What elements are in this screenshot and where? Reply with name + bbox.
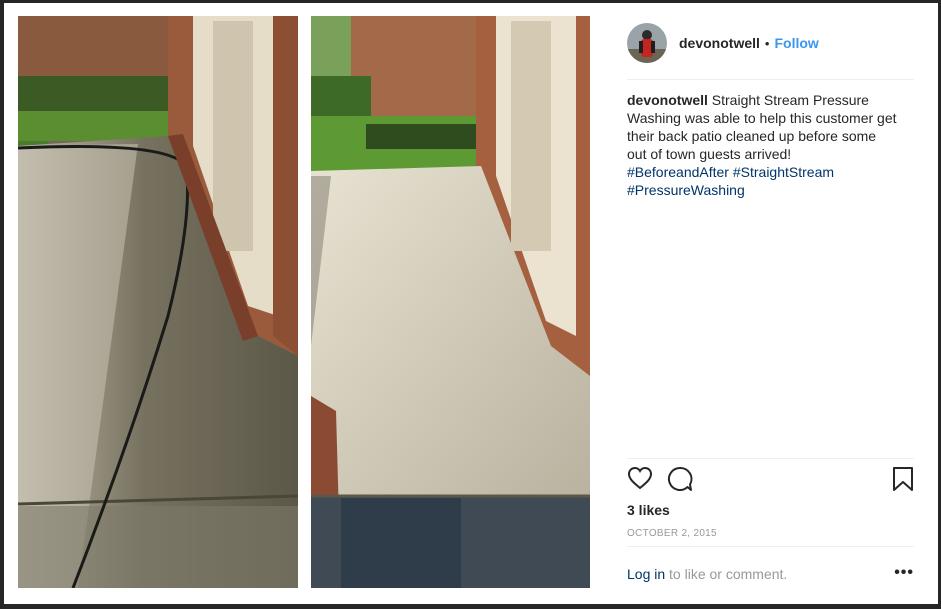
after-photo — [311, 16, 590, 588]
comment-prompt-text: to like or comment. — [669, 566, 788, 582]
post-header: devonotwell • Follow — [627, 19, 914, 67]
hashtag-link[interactable]: #PressureWashing — [627, 182, 745, 198]
header-divider — [627, 79, 914, 80]
heart-icon[interactable] — [627, 466, 653, 495]
more-options-icon[interactable]: ••• — [894, 564, 914, 582]
instagram-post: devonotwell • Follow devonotwell Straigh… — [4, 3, 938, 604]
comment-divider — [627, 546, 914, 547]
login-link[interactable]: Log in — [627, 566, 665, 582]
post-side-panel: devonotwell • Follow devonotwell Straigh… — [603, 3, 938, 604]
post-media — [4, 3, 603, 604]
hashtag-link[interactable]: #StraightStream — [733, 164, 834, 180]
post-date: OCTOBER 2, 2015 — [627, 528, 717, 539]
before-photo — [18, 16, 298, 588]
caption-username[interactable]: devonotwell — [627, 92, 708, 108]
post-caption: devonotwell Straight Stream Pressure Was… — [627, 91, 897, 199]
likes-count[interactable]: 3 likes — [627, 502, 670, 518]
username[interactable]: devonotwell — [679, 35, 760, 51]
bookmark-icon[interactable] — [892, 466, 914, 497]
avatar[interactable] — [627, 23, 667, 63]
comment-icon[interactable] — [667, 466, 693, 497]
comment-prompt: Log in to like or comment. ••• — [627, 564, 914, 586]
actions-divider — [627, 458, 914, 459]
separator-dot: • — [764, 35, 770, 51]
action-bar — [627, 466, 914, 496]
follow-button[interactable]: Follow — [774, 35, 818, 51]
hashtag-link[interactable]: #BeforeandAfter — [627, 164, 729, 180]
